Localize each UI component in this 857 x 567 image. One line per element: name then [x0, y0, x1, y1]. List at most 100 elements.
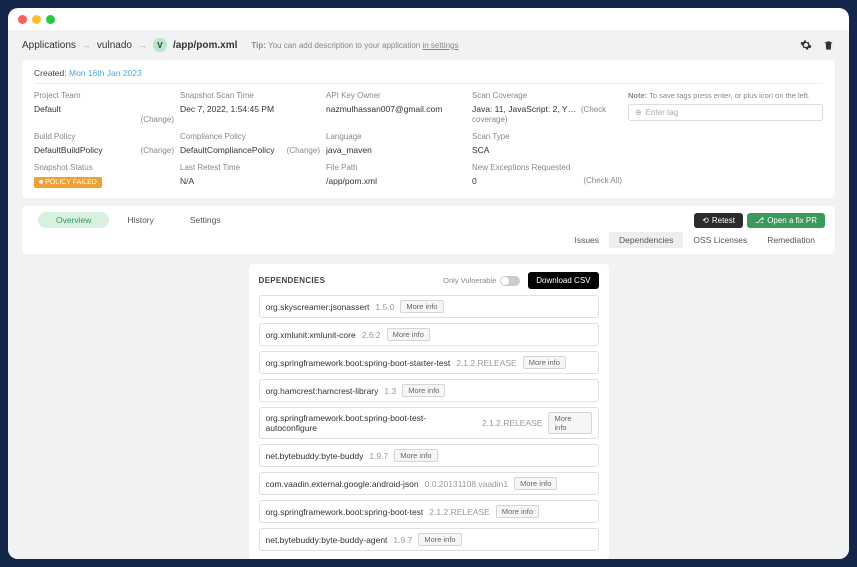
- snapshot-scan-value: Dec 7, 2022, 1:54:45 PM: [180, 104, 320, 114]
- tip-settings-link[interactable]: in settings: [422, 41, 458, 50]
- api-owner-value: nazmulhassan007@gmail.com: [326, 104, 466, 114]
- content-area: Applications → vulnado → V /app/pom.xml …: [8, 30, 849, 559]
- subtab-issues[interactable]: Issues: [564, 232, 609, 248]
- compliance-policy-label: Compliance Policy: [180, 132, 275, 141]
- dependency-item: org.skyscreamer:jsonassert1.5.0More info: [259, 295, 599, 318]
- project-team-value: Default: [34, 104, 81, 114]
- dependency-version: 2.1.2.RELEASE: [429, 507, 489, 517]
- more-info-button[interactable]: More info: [418, 533, 461, 546]
- build-policy-change[interactable]: (Change): [141, 146, 174, 155]
- breadcrumb-applications[interactable]: Applications: [22, 40, 76, 51]
- build-policy-value: DefaultBuildPolicy: [34, 145, 103, 155]
- tag-note: Note: To save tags press enter, or plus …: [628, 91, 823, 100]
- snapshot-status-label: Snapshot Status: [34, 163, 174, 172]
- dependency-version: 1.5.0: [375, 302, 394, 312]
- scan-coverage-value: Java: 11, JavaScript: 2, Y…: [472, 104, 576, 114]
- more-info-button[interactable]: More info: [400, 300, 443, 313]
- dependency-item: org.hamcrest:hamcrest-library 1.3 More inf…: [259, 379, 599, 402]
- dependency-name: org.springframework.boot:spring-boot-tes…: [266, 413, 477, 433]
- snapshot-scan-label: Snapshot Scan Time: [180, 91, 320, 100]
- api-owner-label: API Key Owner: [326, 91, 466, 100]
- breadcrumb-file: /app/pom.xml: [173, 40, 237, 51]
- dependency-item: org.xmlunit:xmlunit-core 2.6.2 More info: [259, 323, 599, 346]
- compliance-policy-value: DefaultCompliancePolicy: [180, 145, 275, 155]
- dependency-list: org.skyscreamer:jsonassert1.5.0More info…: [259, 295, 599, 551]
- dependency-version: 1.9.7: [393, 535, 412, 545]
- dependency-version: 1.9.7: [369, 451, 388, 461]
- file-path-label: File Path: [326, 163, 466, 172]
- tag-input[interactable]: ⊕ Enter tag: [628, 104, 823, 121]
- trash-icon[interactable]: [821, 38, 835, 52]
- download-csv-button[interactable]: Download CSV: [528, 272, 598, 289]
- dependency-item: com.vaadin.external.google:android-json 0…: [259, 472, 599, 495]
- close-dot[interactable]: [18, 15, 27, 24]
- tab-bar: Overview History Settings ⟲Retest ⎇Open …: [22, 206, 835, 254]
- chevron-right-icon: →: [138, 40, 147, 50]
- tab-history[interactable]: History: [109, 212, 171, 228]
- dependency-item: org.springframework.boot:spring-boot-sta…: [259, 351, 599, 374]
- plus-icon[interactable]: ⊕: [635, 108, 642, 117]
- dependency-name: com.vaadin.external.google:android-json: [266, 479, 419, 489]
- more-info-button[interactable]: More info: [514, 477, 557, 490]
- titlebar: [8, 8, 849, 30]
- new-exceptions-value: 0: [472, 176, 477, 186]
- tab-overview[interactable]: Overview: [38, 212, 109, 228]
- pull-request-icon: ⎇: [755, 216, 764, 225]
- dependency-version: 2.6.2: [362, 330, 381, 340]
- breadcrumb-project[interactable]: vulnado: [97, 40, 132, 51]
- dependencies-card: DEPENDENCIES Only Vulnerable Download CS…: [249, 264, 609, 559]
- project-team-label: Project Team: [34, 91, 81, 100]
- subtab-oss-licenses[interactable]: OSS Licenses: [683, 232, 757, 248]
- dependency-name: org.hamcrest:hamcrest-library: [266, 386, 379, 396]
- created-row: Created: Mon 16th Jan 2023: [34, 68, 823, 84]
- dependencies-title: DEPENDENCIES: [259, 276, 326, 285]
- new-exceptions-label: New Exceptions Requested: [472, 163, 622, 172]
- more-info-button[interactable]: More info: [402, 384, 445, 397]
- created-date: Mon 16th Jan 2023: [69, 68, 142, 78]
- subtab-remediation[interactable]: Remediation: [757, 232, 825, 248]
- refresh-icon: ⟲: [702, 216, 709, 225]
- dependency-version: 1.3: [384, 386, 396, 396]
- app-window: Applications → vulnado → V /app/pom.xml …: [8, 8, 849, 559]
- last-retest-label: Last Retest Time: [180, 163, 320, 172]
- language-label: Language: [326, 132, 466, 141]
- project-team-change[interactable]: (Change): [141, 115, 174, 124]
- dependency-item: net.bytebuddy:byte-buddy-agent 1.9.7 More …: [259, 528, 599, 551]
- language-value: java_maven: [326, 145, 466, 155]
- more-info-button[interactable]: More info: [387, 328, 430, 341]
- scan-type-label: Scan Type: [472, 132, 622, 141]
- subtab-dependencies[interactable]: Dependencies: [609, 232, 683, 248]
- policy-failed-badge: ■ POLICY FAILED: [34, 177, 102, 188]
- tip-body: You can add description to your applicat…: [268, 41, 422, 50]
- more-info-button[interactable]: More info: [496, 505, 539, 518]
- dependency-version: 2.1.2.RELEASE: [482, 418, 542, 428]
- build-policy-label: Build Policy: [34, 132, 103, 141]
- more-info-button[interactable]: More info: [523, 356, 566, 369]
- breadcrumb-bar: Applications → vulnado → V /app/pom.xml …: [22, 30, 835, 60]
- chevron-right-icon: →: [82, 40, 91, 50]
- maximize-dot[interactable]: [46, 15, 55, 24]
- gear-icon[interactable]: [799, 38, 813, 52]
- dependency-version: 0.0.20131108.vaadin1: [425, 479, 509, 489]
- more-info-button[interactable]: More info: [548, 412, 591, 434]
- dependency-name: org.springframework.boot:spring-boot-sta…: [266, 358, 451, 368]
- scan-type-value: SCA: [472, 145, 622, 155]
- compliance-policy-change[interactable]: (Change): [287, 146, 320, 155]
- dependency-name: net.bytebuddy:byte-buddy-agent: [266, 535, 388, 545]
- only-vulnerable-label: Only Vulnerable: [443, 276, 496, 285]
- dependency-name: org.xmlunit:xmlunit-core: [266, 330, 356, 340]
- created-label: Created:: [34, 68, 67, 78]
- last-retest-value: N/A: [180, 176, 320, 186]
- check-all-link[interactable]: (Check All): [583, 176, 622, 186]
- retest-button[interactable]: ⟲Retest: [694, 213, 743, 228]
- dependency-name: net.bytebuddy:byte-buddy: [266, 451, 364, 461]
- tab-settings[interactable]: Settings: [172, 212, 239, 228]
- verified-badge-icon: V: [153, 38, 167, 52]
- minimize-dot[interactable]: [32, 15, 41, 24]
- open-fix-pr-button[interactable]: ⎇Open a fix PR: [747, 213, 825, 228]
- more-info-button[interactable]: More info: [394, 449, 437, 462]
- only-vulnerable-toggle[interactable]: [500, 276, 520, 286]
- dependency-version: 2.1.2.RELEASE: [456, 358, 516, 368]
- tag-placeholder: Enter tag: [646, 108, 678, 117]
- dependency-item: net.bytebuddy:byte-buddy 1.9.7 More info: [259, 444, 599, 467]
